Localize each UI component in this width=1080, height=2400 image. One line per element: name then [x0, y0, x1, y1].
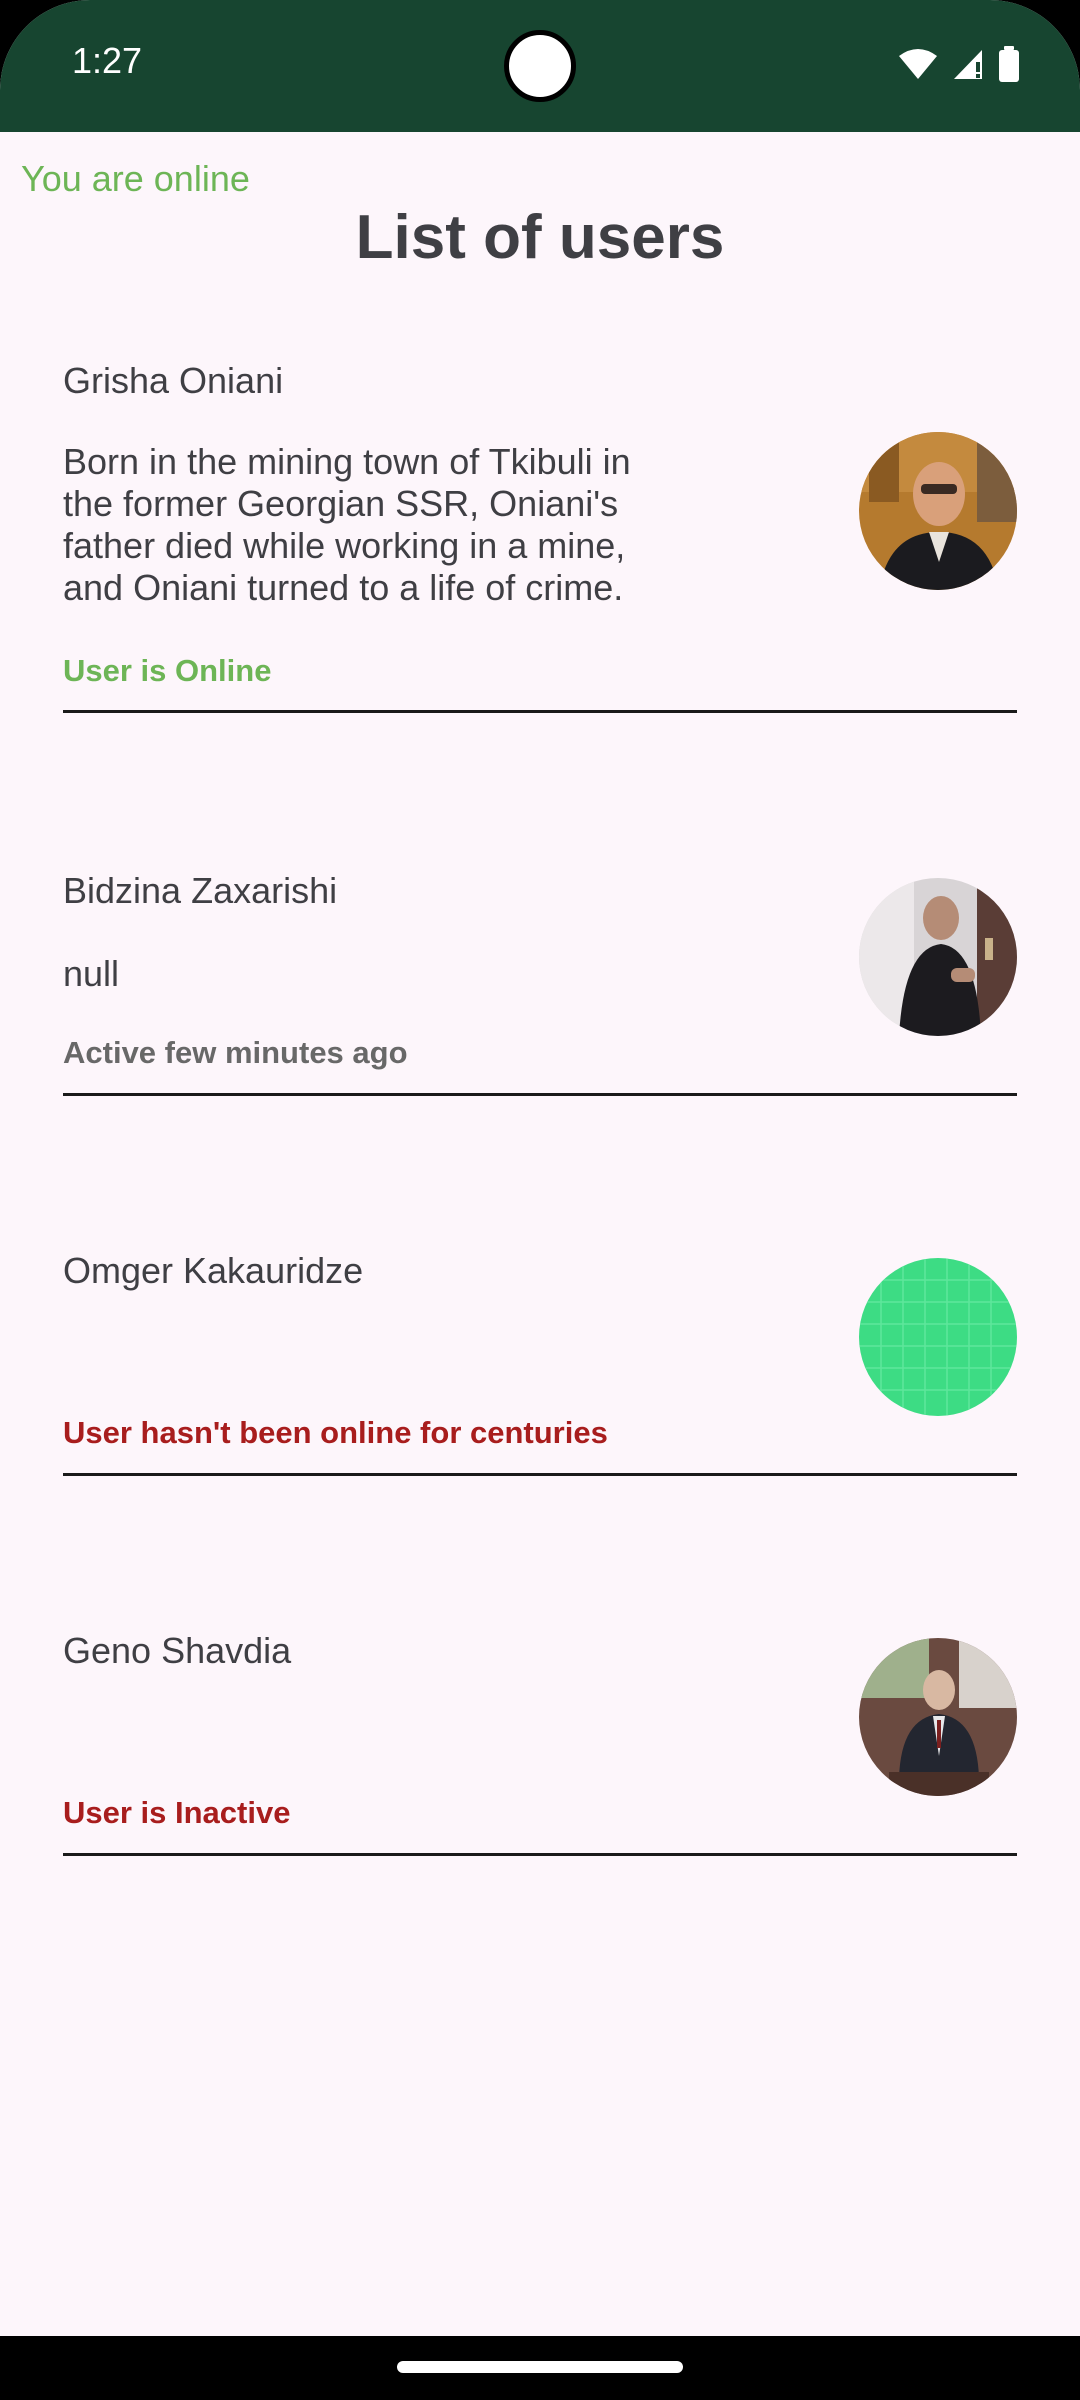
- user-bio: null: [63, 953, 120, 994]
- user-card[interactable]: Geno Shavdia User is Inactive: [63, 1625, 1017, 1856]
- wifi-icon: [898, 48, 938, 80]
- status-bar: 1:27: [0, 0, 1080, 132]
- signal-icon: [952, 48, 984, 80]
- user-status: User hasn't been online for centuries: [63, 1415, 608, 1450]
- user-bio: Born in the mining town of Tkibuli in th…: [63, 441, 631, 608]
- user-card[interactable]: Bidzina Zaxarishi null Active few minute…: [63, 865, 1017, 1096]
- battery-icon: [998, 46, 1020, 82]
- user-status: User is Online: [63, 653, 272, 688]
- user-divider: [63, 1473, 1017, 1476]
- status-time: 1:27: [72, 40, 143, 81]
- user-avatar[interactable]: [859, 432, 1017, 590]
- user-avatar[interactable]: [859, 878, 1017, 1036]
- status-icons: [898, 46, 1020, 82]
- page-title: List of users: [355, 203, 725, 272]
- user-name: Omger Kakauridze: [63, 1250, 364, 1291]
- user-avatar-placeholder[interactable]: [859, 1258, 1017, 1416]
- user-name: Grisha Oniani: [63, 360, 284, 401]
- user-divider: [63, 1853, 1017, 1856]
- user-card[interactable]: Grisha Oniani Born in the mining town of…: [63, 355, 1017, 715]
- connection-status-banner: You are online: [21, 158, 250, 199]
- user-card[interactable]: Omger Kakauridze User hasn't been online…: [63, 1245, 1017, 1476]
- home-gesture-handle[interactable]: [397, 2361, 683, 2373]
- camera-cutout: [504, 30, 576, 102]
- user-avatar[interactable]: [859, 1638, 1017, 1796]
- user-divider: [63, 1093, 1017, 1096]
- user-name: Bidzina Zaxarishi: [63, 870, 338, 911]
- user-name: Geno Shavdia: [63, 1630, 292, 1671]
- user-status: User is Inactive: [63, 1795, 291, 1830]
- user-status: Active few minutes ago: [63, 1035, 408, 1070]
- user-divider: [63, 710, 1017, 713]
- app-screen: 1:27 You are online List of users Grisha…: [0, 0, 1080, 2400]
